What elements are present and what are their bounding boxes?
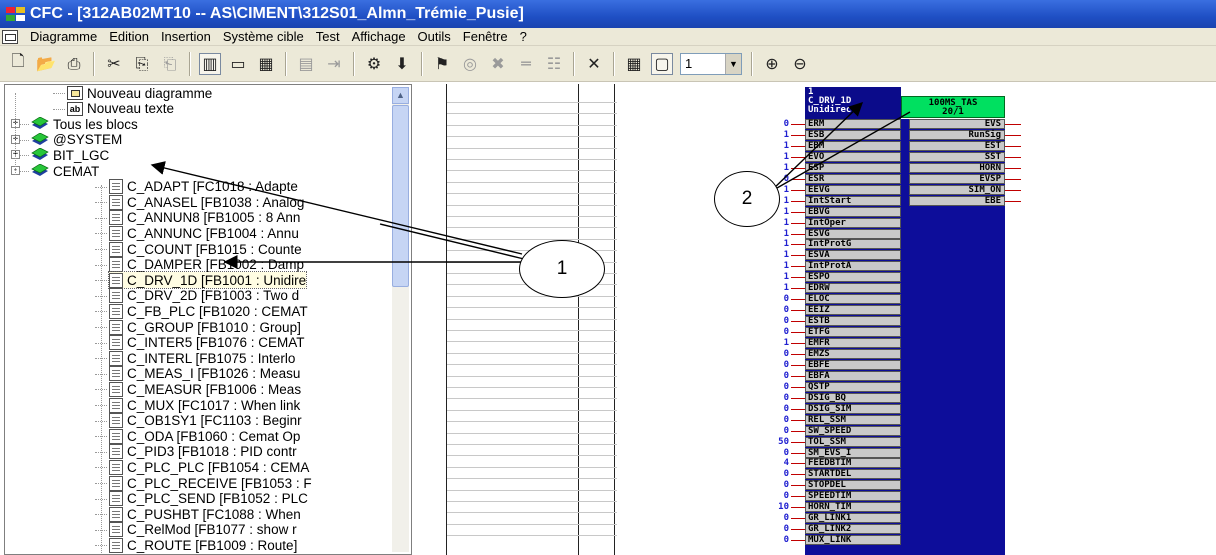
callout-1-label: 1	[556, 258, 568, 279]
arrow-to-cemat	[150, 161, 523, 255]
callout-2-label: 2	[741, 188, 753, 209]
callout-2: 2	[714, 171, 780, 227]
arrow-to-c-anasel	[379, 223, 525, 260]
callout-1: 1	[519, 240, 605, 298]
annotation-arrows	[150, 102, 911, 269]
